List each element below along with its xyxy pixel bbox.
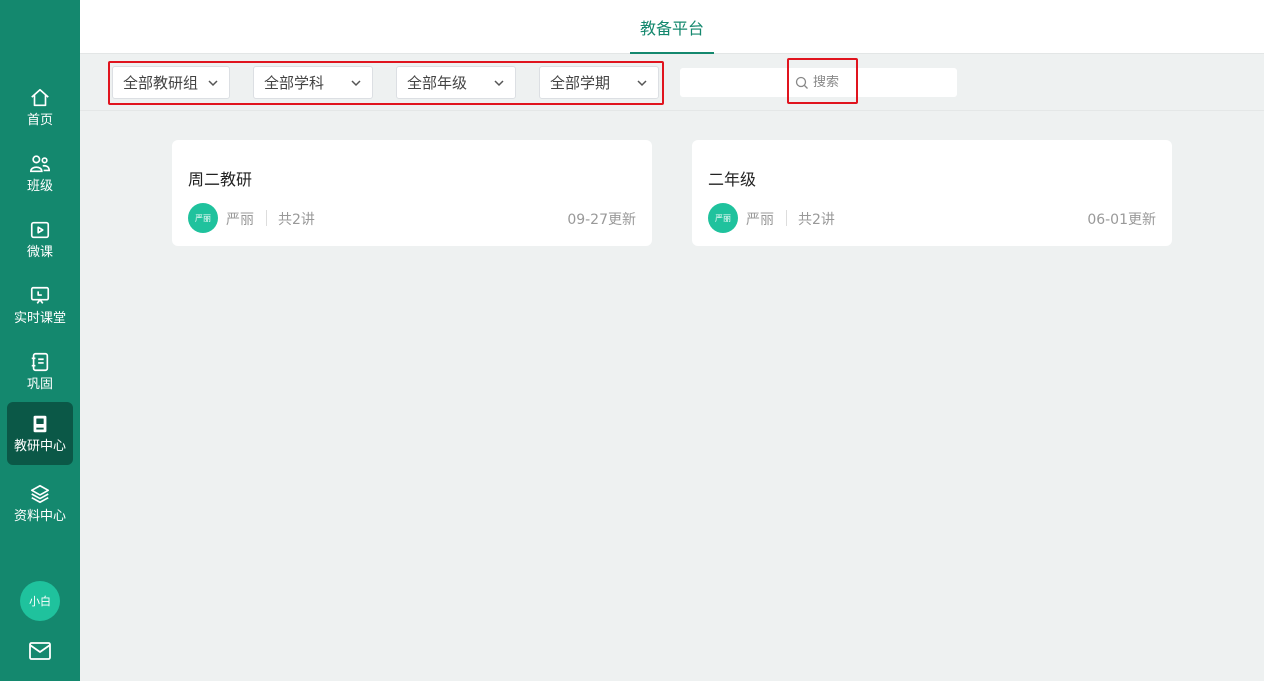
filter-bar: 全部教研组 全部学科 全部年级 全部学期	[80, 54, 1264, 111]
video-icon	[30, 221, 50, 238]
sidebar-item-live-class[interactable]: 实时课堂	[7, 274, 73, 337]
lecture-count: 共2讲	[798, 212, 835, 228]
user-avatar-label: 小白	[29, 595, 51, 608]
update-date: 09-27更新	[567, 212, 636, 228]
research-card[interactable]: 二年级 严丽 严丽 共2讲 06-01更新	[692, 140, 1172, 246]
sidebar: 首页 班级 微课 实时课堂 巩固 教研中心 资料中心 小白	[0, 0, 80, 681]
avatar-label: 严丽	[715, 213, 731, 223]
sidebar-item-label: 实时课堂	[13, 310, 66, 326]
notebook-icon	[31, 352, 49, 371]
avatar: 严丽	[708, 203, 738, 233]
sidebar-item-label: 资料中心	[13, 508, 66, 524]
sidebar-item-label: 微课	[26, 244, 53, 260]
app-root: 首页 班级 微课 实时课堂 巩固 教研中心 资料中心 小白 教备平台 全部教研组…	[0, 0, 1264, 681]
chevron-down-icon	[636, 77, 648, 89]
sidebar-item-label: 班级	[26, 178, 53, 194]
avatar-label: 严丽	[195, 213, 211, 223]
grade-select-value: 全部年级	[407, 74, 468, 92]
card-title: 周二教研	[188, 170, 253, 189]
research-card[interactable]: 周二教研 严丽 严丽 共2讲 09-27更新	[172, 140, 652, 246]
term-select-value: 全部学期	[550, 74, 611, 92]
mail-button[interactable]	[28, 640, 52, 662]
sidebar-item-label: 巩固	[26, 376, 53, 392]
lecture-count: 共2讲	[278, 212, 315, 228]
update-date: 06-01更新	[1087, 212, 1156, 228]
divider	[786, 210, 787, 226]
mail-icon	[29, 642, 51, 660]
sidebar-item-class[interactable]: 班级	[7, 142, 73, 205]
search-icon	[795, 76, 808, 89]
group-select[interactable]: 全部教研组	[112, 66, 230, 99]
subject-select-value: 全部学科	[264, 74, 325, 92]
grade-select[interactable]: 全部年级	[396, 66, 516, 99]
tab-teaching-platform[interactable]: 教备平台	[630, 0, 714, 54]
chevron-down-icon	[493, 77, 505, 89]
sidebar-item-label: 教研中心	[13, 438, 66, 454]
top-header: 教备平台	[80, 0, 1264, 54]
group-select-value: 全部教研组	[123, 74, 199, 92]
search-box[interactable]	[680, 68, 957, 97]
book-icon	[33, 415, 47, 432]
sidebar-item-home[interactable]: 首页	[7, 76, 73, 139]
sidebar-item-practice[interactable]: 巩固	[7, 340, 73, 403]
card-author: 严丽	[226, 212, 254, 228]
search-input[interactable]	[813, 75, 873, 90]
chevron-down-icon	[207, 77, 219, 89]
home-icon	[31, 88, 49, 106]
sidebar-item-research-center[interactable]: 教研中心	[7, 402, 73, 465]
card-author: 严丽	[746, 212, 774, 228]
search-field[interactable]	[795, 68, 873, 97]
divider	[266, 210, 267, 226]
sidebar-item-microcourse[interactable]: 微课	[7, 208, 73, 271]
layers-icon	[30, 484, 50, 503]
subject-select[interactable]: 全部学科	[253, 66, 373, 99]
sidebar-item-label: 首页	[26, 112, 53, 128]
sidebar-item-resource-center[interactable]: 资料中心	[7, 472, 73, 535]
term-select[interactable]: 全部学期	[539, 66, 659, 99]
user-avatar[interactable]: 小白	[20, 581, 60, 621]
tab-label: 教备平台	[639, 19, 704, 38]
presentation-icon	[30, 286, 50, 304]
users-icon	[30, 154, 50, 172]
avatar: 严丽	[188, 203, 218, 233]
chevron-down-icon	[350, 77, 362, 89]
card-title: 二年级	[708, 170, 757, 189]
